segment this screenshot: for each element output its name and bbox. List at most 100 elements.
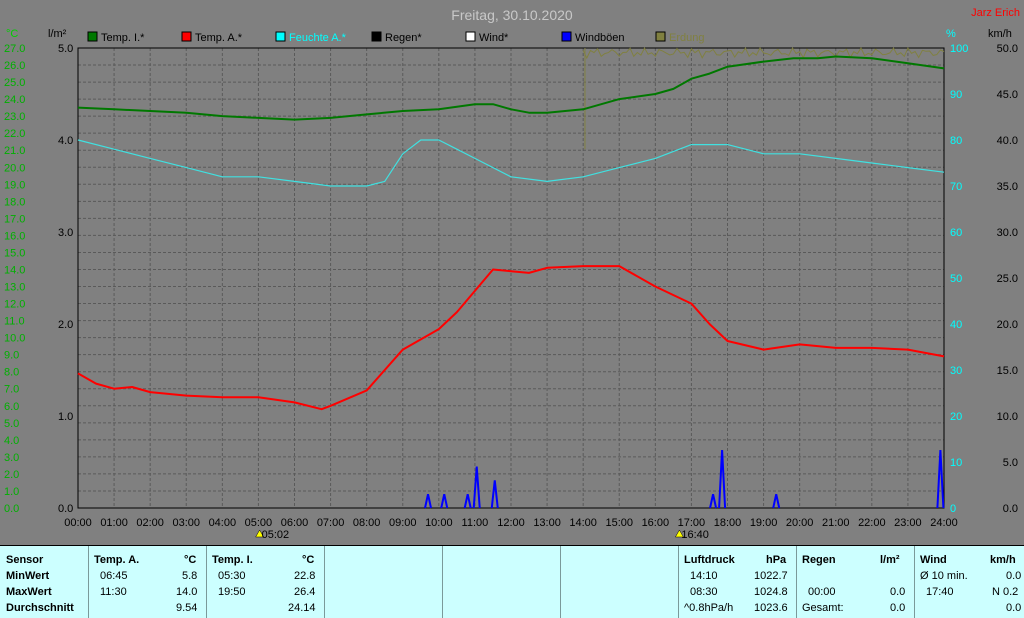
time-tick-label: 24:00 bbox=[930, 517, 958, 529]
rain-tick-label: 2.0 bbox=[58, 319, 73, 331]
rain-total-label: Gesamt: bbox=[802, 602, 844, 614]
time-tick-label: 12:00 bbox=[497, 517, 525, 529]
wind-tick-label: 45.0 bbox=[997, 89, 1018, 101]
hum-tick-label: 50 bbox=[950, 273, 962, 285]
hum-axis-unit: % bbox=[946, 28, 956, 40]
time-tick-label: 00:00 bbox=[64, 517, 92, 529]
temp-in-max-time: 19:50 bbox=[218, 586, 246, 598]
hum-tick-label: 30 bbox=[950, 365, 962, 377]
hum-tick-label: 70 bbox=[950, 181, 962, 193]
temp-out-max-time: 11:30 bbox=[100, 586, 127, 598]
time-tick-label: 17:00 bbox=[678, 517, 706, 529]
time-tick-label: 16:00 bbox=[642, 517, 670, 529]
temp-tick-label: 11.0 bbox=[4, 316, 25, 328]
row-label-min: MinWert bbox=[6, 570, 50, 582]
stats-table: Sensor MinWert MaxWert Durchschnitt Temp… bbox=[0, 545, 1024, 618]
temp-tick-label: 21.0 bbox=[4, 145, 25, 157]
temp-tick-label: 12.0 bbox=[4, 299, 25, 311]
wind-extra-value: 0.0 bbox=[1006, 602, 1022, 614]
rain-max-value: 0.0 bbox=[890, 586, 906, 598]
wind-tick-label: 10.0 bbox=[997, 411, 1018, 423]
wind-tick-label: 5.0 bbox=[1003, 457, 1018, 469]
weather-chart: Freitag, 30.10.2020 Jarz Erich °C l/m²% km/h… bbox=[4, 7, 1020, 541]
time-tick-label: 19:00 bbox=[750, 517, 778, 529]
hum-tick-label: 100 bbox=[950, 43, 968, 55]
time-tick-label: 04:00 bbox=[209, 517, 237, 529]
author-label: Jarz Erich bbox=[971, 7, 1020, 19]
temp-out-unit: °C bbox=[184, 554, 197, 566]
time-tick-label: 06:00 bbox=[281, 517, 309, 529]
hum-tick-label: 0 bbox=[950, 503, 956, 515]
time-tick-label: 18:00 bbox=[714, 517, 742, 529]
legend-label: Temp. I.* bbox=[101, 32, 145, 44]
time-tick-label: 11:00 bbox=[462, 517, 489, 529]
temp-tick-label: 20.0 bbox=[4, 162, 25, 174]
hum-tick-label: 20 bbox=[950, 411, 962, 423]
legend-label: Windböen bbox=[575, 32, 625, 44]
rain-unit: l/m² bbox=[880, 554, 900, 566]
legend-label: Regen* bbox=[385, 32, 422, 44]
rain-axis-unit: l/m² bbox=[48, 28, 67, 40]
legend-swatch bbox=[561, 31, 572, 42]
hum-tick-label: 60 bbox=[950, 227, 962, 239]
temp-tick-label: 19.0 bbox=[4, 179, 25, 191]
wind-max-value: N 0.2 bbox=[992, 586, 1019, 598]
rain-tick-label: 0.0 bbox=[58, 503, 73, 515]
legend-label: Feuchte A.* bbox=[289, 32, 347, 44]
pressure-max-time: 08:30 bbox=[690, 586, 718, 598]
temp-tick-label: 10.0 bbox=[4, 333, 25, 345]
temp-out-max-value: 14.0 bbox=[176, 586, 198, 598]
time-tick-label: 05:00 bbox=[245, 517, 273, 529]
temp-tick-label: 18.0 bbox=[4, 196, 25, 208]
temp-axis-unit: °C bbox=[6, 28, 18, 40]
sunrise-label: 05:02 bbox=[262, 529, 290, 541]
legend-swatch bbox=[87, 31, 98, 42]
temp-tick-label: 5.0 bbox=[4, 418, 19, 430]
wind-max-time: 17:40 bbox=[926, 586, 954, 598]
time-tick-label: 20:00 bbox=[786, 517, 814, 529]
hum-tick-label: 10 bbox=[950, 457, 962, 469]
temp-tick-label: 4.0 bbox=[4, 435, 19, 447]
temp-in-unit: °C bbox=[302, 554, 315, 566]
time-tick-label: 07:00 bbox=[317, 517, 345, 529]
wind-header: Wind bbox=[920, 554, 947, 566]
temp-tick-label: 15.0 bbox=[4, 247, 25, 259]
pressure-unit: hPa bbox=[766, 554, 787, 566]
legend-label: Erdung bbox=[669, 32, 704, 44]
row-label-max: MaxWert bbox=[6, 586, 52, 598]
time-tick-label: 23:00 bbox=[894, 517, 922, 529]
temp-tick-label: 23.0 bbox=[4, 111, 25, 123]
wind-tick-label: 50.0 bbox=[997, 43, 1018, 55]
wind-tick-label: 40.0 bbox=[997, 135, 1018, 147]
rain-total-value: 0.0 bbox=[890, 602, 906, 614]
rain-tick-label: 1.0 bbox=[58, 411, 73, 423]
pressure-max-value: 1024.8 bbox=[754, 586, 788, 598]
rain-tick-label: 3.0 bbox=[58, 227, 73, 239]
temp-out-avg-value: 9.54 bbox=[176, 602, 198, 614]
time-tick-label: 21:00 bbox=[822, 517, 850, 529]
temp-in-avg-value: 24.14 bbox=[288, 602, 316, 614]
time-tick-label: 02:00 bbox=[136, 517, 164, 529]
hum-tick-label: 40 bbox=[950, 319, 962, 331]
temp-in-header: Temp. I. bbox=[212, 554, 253, 566]
wind-tick-label: 35.0 bbox=[997, 181, 1018, 193]
legend-swatch bbox=[275, 31, 286, 42]
temp-tick-label: 3.0 bbox=[4, 452, 19, 464]
temp-out-min-value: 5.8 bbox=[182, 570, 198, 582]
temp-in-min-value: 22.8 bbox=[294, 570, 316, 582]
wind-tick-label: 0.0 bbox=[1003, 503, 1018, 515]
hum-tick-label: 80 bbox=[950, 135, 962, 147]
pressure-min-value: 1022.7 bbox=[754, 570, 788, 582]
temp-out-min-time: 06:45 bbox=[100, 570, 128, 582]
time-tick-label: 10:00 bbox=[425, 517, 453, 529]
temp-tick-label: 25.0 bbox=[4, 77, 25, 89]
wind-tick-label: 30.0 bbox=[997, 227, 1018, 239]
wind-axis-unit: km/h bbox=[988, 28, 1012, 40]
time-tick-label: 01:00 bbox=[100, 517, 128, 529]
time-tick-label: 09:00 bbox=[389, 517, 417, 529]
rain-tick-label: 5.0 bbox=[58, 43, 73, 55]
sunset-label: 16:40 bbox=[681, 529, 709, 541]
pressure-header: Luftdruck bbox=[684, 554, 735, 566]
row-label-avg: Durchschnitt bbox=[6, 602, 74, 614]
rain-max-time: 00:00 bbox=[808, 586, 836, 598]
